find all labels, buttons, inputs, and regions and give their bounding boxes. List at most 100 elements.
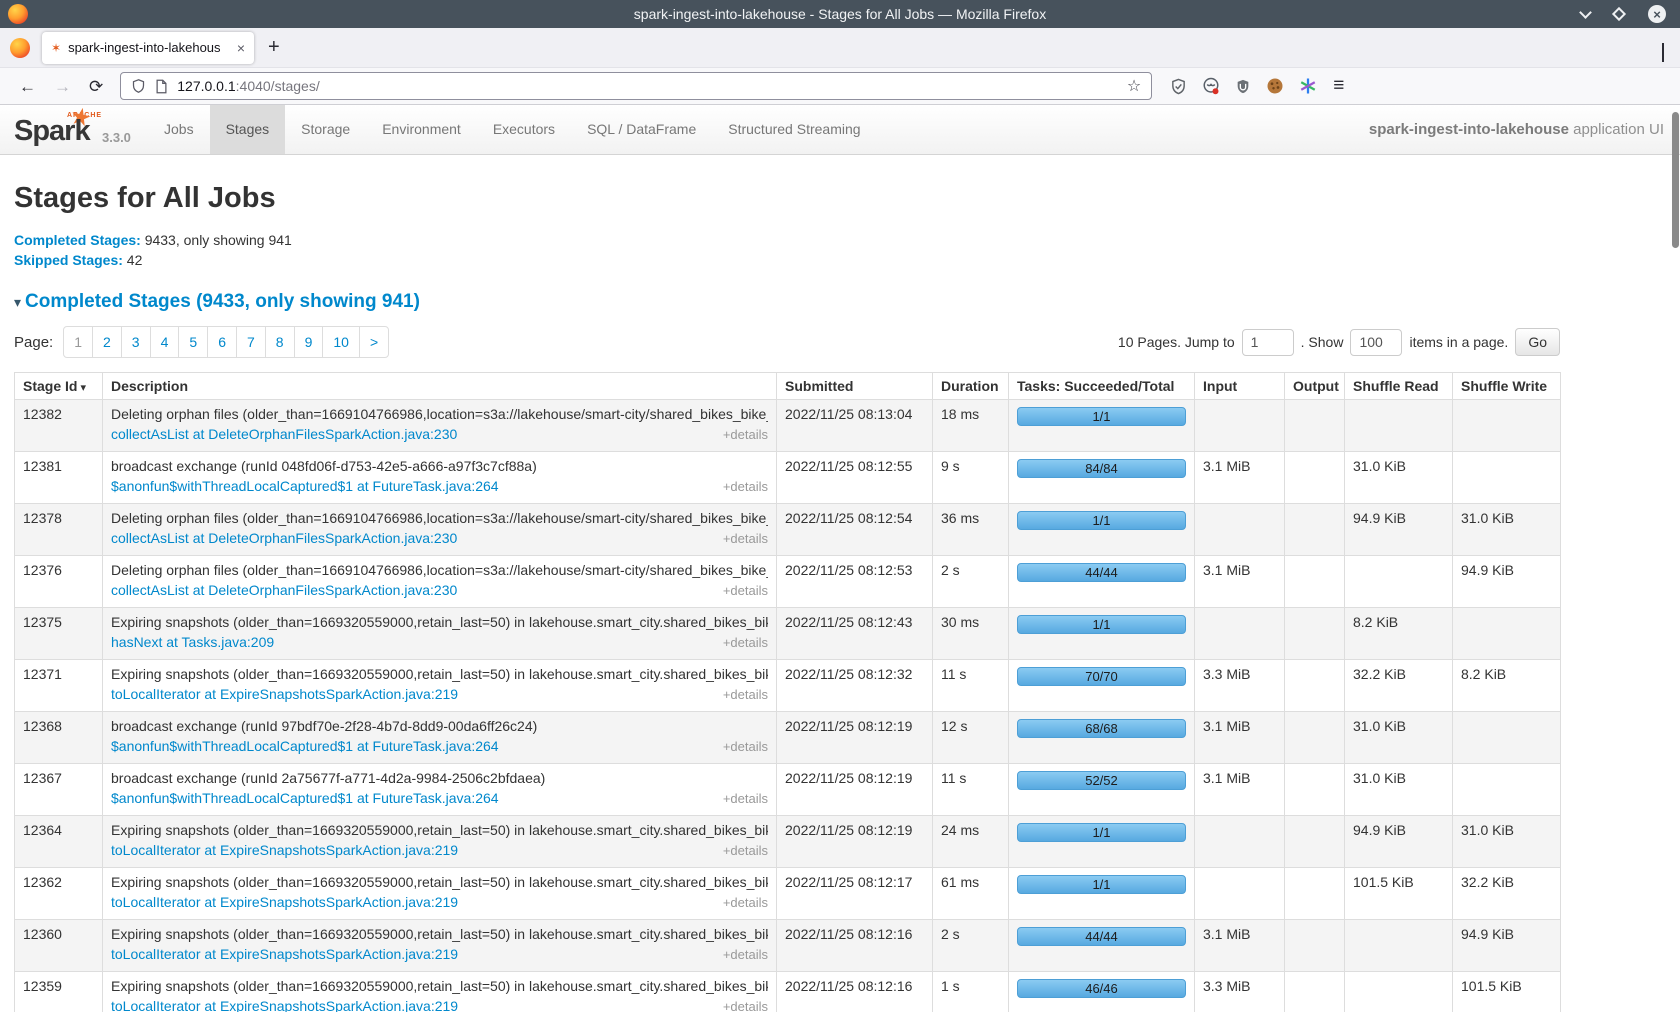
jump-to-page-input[interactable] (1242, 329, 1294, 356)
details-toggle[interactable]: +details (723, 531, 768, 546)
details-toggle[interactable]: +details (723, 791, 768, 806)
menu-button[interactable]: ≡ (1333, 75, 1343, 97)
nav-structured-streaming[interactable]: Structured Streaming (712, 105, 876, 154)
stage-callsite-link[interactable]: toLocalIterator at ExpireSnapshotsSparkA… (111, 998, 458, 1012)
details-toggle[interactable]: +details (723, 427, 768, 442)
tasks-cell: 1/1 (1009, 868, 1195, 920)
stages-table: Stage Id ▾DescriptionSubmittedDurationTa… (14, 372, 1561, 1012)
page-button-7[interactable]: 7 (236, 326, 266, 358)
stage-callsite-link[interactable]: toLocalIterator at ExpireSnapshotsSparkA… (111, 894, 458, 910)
window-maximize-icon[interactable] (1612, 7, 1626, 21)
show-items-input[interactable] (1350, 329, 1402, 356)
extension-starburst-icon[interactable] (1299, 77, 1317, 95)
col-header-duration[interactable]: Duration (933, 373, 1009, 400)
extension-cookie-icon[interactable] (1266, 77, 1284, 95)
nav-jobs[interactable]: Jobs (148, 105, 210, 154)
page-button-10[interactable]: 10 (322, 326, 360, 358)
page-button-1[interactable]: 1 (63, 326, 93, 358)
collapse-arrow-icon: ▾ (14, 294, 21, 310)
tasks-cell: 1/1 (1009, 504, 1195, 556)
details-toggle[interactable]: +details (723, 687, 768, 702)
col-header-tasks-succeeded-total[interactable]: Tasks: Succeeded/Total (1009, 373, 1195, 400)
stage-callsite-link[interactable]: collectAsList at DeleteOrphanFilesSparkA… (111, 582, 457, 598)
page-button-9[interactable]: 9 (294, 326, 324, 358)
spark-logo[interactable]: APACHE ★ Spark 3.3.0 (14, 105, 136, 154)
page-button-next[interactable]: > (359, 326, 389, 358)
nav-storage[interactable]: Storage (285, 105, 366, 154)
col-header-submitted[interactable]: Submitted (777, 373, 933, 400)
url-bar[interactable]: 127.0.0.1:4040/stages/ ☆ (120, 72, 1152, 100)
stage-callsite-link[interactable]: $anonfun$withThreadLocalCaptured$1 at Fu… (111, 790, 499, 806)
stage-callsite-link[interactable]: $anonfun$withThreadLocalCaptured$1 at Fu… (111, 478, 499, 494)
tab-close-icon[interactable]: × (237, 41, 245, 55)
details-toggle[interactable]: +details (723, 999, 768, 1012)
stage-id-cell: 12367 (15, 764, 103, 816)
col-header-shuffle-read[interactable]: Shuffle Read (1345, 373, 1453, 400)
stage-callsite-link[interactable]: collectAsList at DeleteOrphanFilesSparkA… (111, 530, 457, 546)
col-header-output[interactable]: Output (1285, 373, 1345, 400)
col-header-description[interactable]: Description (103, 373, 777, 400)
nav-sql-dataframe[interactable]: SQL / DataFrame (571, 105, 712, 154)
col-header-stage-id[interactable]: Stage Id ▾ (15, 373, 103, 400)
description-cell: Expiring snapshots (older_than=166932055… (103, 608, 777, 660)
task-progress-bar: 1/1 (1017, 407, 1186, 426)
stage-callsite-link[interactable]: hasNext at Tasks.java:209 (111, 634, 274, 650)
window-close-icon[interactable]: × (1648, 5, 1666, 23)
stage-callsite-link[interactable]: $anonfun$withThreadLocalCaptured$1 at Fu… (111, 738, 499, 754)
stage-description: Deleting orphan files (older_than=166910… (111, 562, 768, 578)
nav-stages[interactable]: Stages (210, 105, 286, 154)
firefox-icon[interactable] (10, 38, 30, 58)
tracking-protection-shield-icon[interactable] (131, 78, 146, 94)
input-cell: 3.1 MiB (1195, 764, 1285, 816)
page-button-3[interactable]: 3 (121, 326, 151, 358)
app-name: spark-ingest-into-lakehouse (1369, 121, 1569, 138)
nav-executors[interactable]: Executors (477, 105, 571, 154)
bookmark-star-icon[interactable]: ☆ (1127, 76, 1141, 96)
details-toggle[interactable]: +details (723, 947, 768, 962)
extension-mask-icon[interactable] (1202, 77, 1220, 95)
stage-id-cell: 12368 (15, 712, 103, 764)
page-button-2[interactable]: 2 (92, 326, 122, 358)
window-minimize-icon[interactable] (1579, 6, 1592, 19)
shuffle-write-cell: 8.2 KiB (1453, 660, 1561, 712)
table-body: 12382Deleting orphan files (older_than=1… (15, 400, 1561, 1012)
col-header-shuffle-write[interactable]: Shuffle Write (1453, 373, 1561, 400)
stage-callsite-link[interactable]: toLocalIterator at ExpireSnapshotsSparkA… (111, 686, 458, 702)
extension-ublock-icon[interactable] (1235, 78, 1251, 95)
output-cell (1285, 660, 1345, 712)
browser-tab[interactable]: ✶ spark-ingest-into-lakehous × (42, 32, 254, 64)
forward-button[interactable]: → (54, 78, 71, 95)
page-button-5[interactable]: 5 (178, 326, 208, 358)
back-button[interactable]: ← (19, 78, 36, 95)
details-toggle[interactable]: +details (723, 583, 768, 598)
extension-shield-check-icon[interactable] (1170, 78, 1187, 95)
spark-nav-items: JobsStagesStorageEnvironmentExecutorsSQL… (148, 105, 877, 154)
stage-row-12376: 12376Deleting orphan files (older_than=1… (15, 556, 1561, 608)
details-toggle[interactable]: +details (723, 843, 768, 858)
shuffle-write-cell: 31.0 KiB (1453, 504, 1561, 556)
page-info-icon[interactable] (155, 79, 168, 94)
stage-callsite-link[interactable]: toLocalIterator at ExpireSnapshotsSparkA… (111, 842, 458, 858)
submitted-cell: 2022/11/25 08:12:16 (777, 920, 933, 972)
stage-callsite-link[interactable]: collectAsList at DeleteOrphanFilesSparkA… (111, 426, 457, 442)
scrollbar-thumb[interactable] (1672, 112, 1679, 248)
window-titlebar: spark-ingest-into-lakehouse - Stages for… (0, 0, 1680, 28)
tab-list-chevron-icon[interactable] (1662, 43, 1664, 61)
page-button-6[interactable]: 6 (207, 326, 237, 358)
page-button-8[interactable]: 8 (265, 326, 295, 358)
reload-button[interactable]: ⟳ (89, 78, 103, 95)
details-toggle[interactable]: +details (723, 739, 768, 754)
details-toggle[interactable]: +details (723, 635, 768, 650)
col-header-input[interactable]: Input (1195, 373, 1285, 400)
go-button[interactable]: Go (1515, 328, 1560, 356)
stage-callsite-link[interactable]: toLocalIterator at ExpireSnapshotsSparkA… (111, 946, 458, 962)
spark-version: 3.3.0 (102, 130, 131, 145)
task-progress-bar: 44/44 (1017, 563, 1186, 582)
details-toggle[interactable]: +details (723, 895, 768, 910)
completed-stages-toggle[interactable]: ▾Completed Stages (9433, only showing 94… (14, 291, 1666, 313)
nav-environment[interactable]: Environment (366, 105, 477, 154)
page-button-4[interactable]: 4 (150, 326, 180, 358)
shuffle-write-cell: 101.5 KiB (1453, 972, 1561, 1012)
new-tab-button[interactable]: + (268, 36, 280, 59)
details-toggle[interactable]: +details (723, 479, 768, 494)
